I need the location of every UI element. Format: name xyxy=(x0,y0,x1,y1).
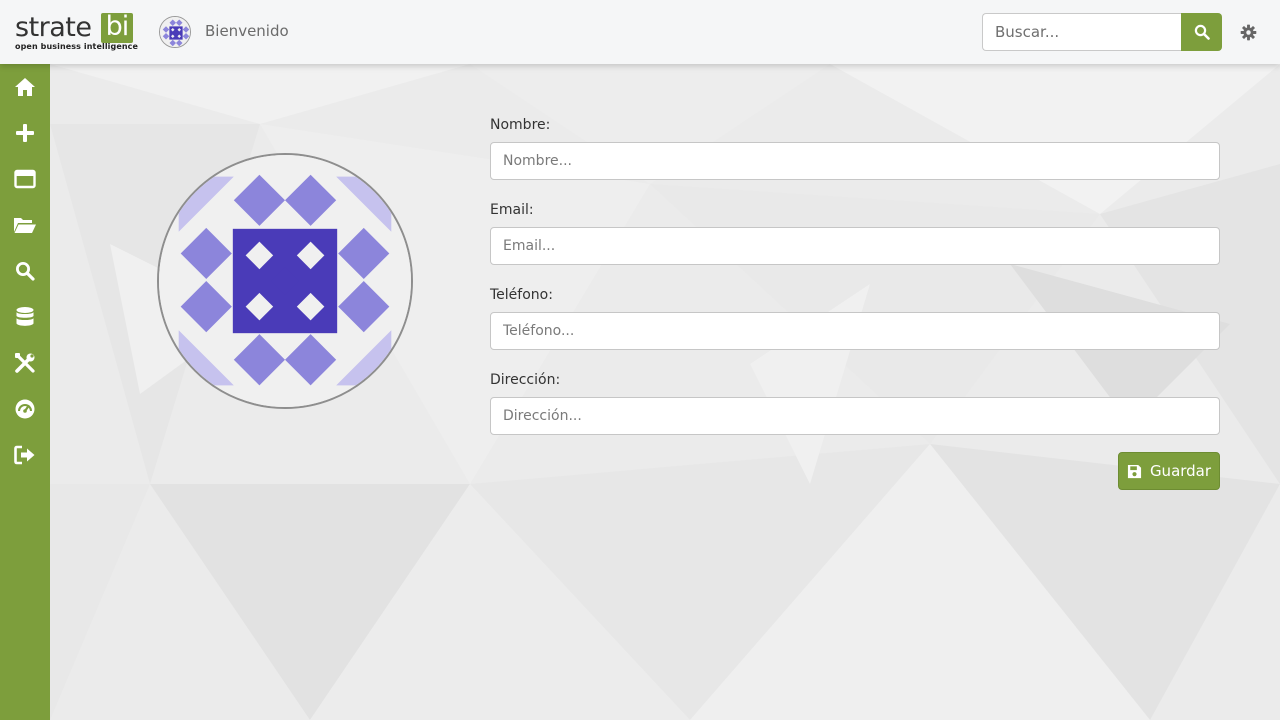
dashboard-gauge-icon xyxy=(15,399,35,419)
search-input[interactable] xyxy=(982,13,1181,51)
sidebar-item-dashboard[interactable] xyxy=(0,389,50,429)
tools-icon xyxy=(15,353,35,373)
sidebar-item-new[interactable] xyxy=(0,113,50,153)
logo-bi-box: bi xyxy=(101,13,133,43)
floppy-disk-icon xyxy=(1127,464,1141,478)
address-group: Dirección: xyxy=(490,370,1220,435)
home-icon xyxy=(15,78,35,96)
email-group: Email: xyxy=(490,200,1220,265)
welcome-text: Bienvenido xyxy=(205,22,289,40)
address-label: Dirección: xyxy=(490,372,561,388)
logo-tagline: open business intelligence xyxy=(15,42,139,51)
settings-button[interactable] xyxy=(1238,22,1258,42)
identicon-icon xyxy=(159,155,411,407)
plus-icon xyxy=(16,124,34,142)
sidebar-item-search[interactable] xyxy=(0,251,50,291)
sidebar xyxy=(0,64,50,720)
sidebar-item-browse[interactable] xyxy=(0,205,50,245)
email-label: Email: xyxy=(490,202,534,218)
sidebar-item-window[interactable] xyxy=(0,159,50,199)
phone-label: Teléfono: xyxy=(490,287,553,303)
stratebi-logo[interactable]: strate bi open business intelligence xyxy=(15,12,139,52)
phone-group: Teléfono: xyxy=(490,285,1220,350)
name-group: Nombre: xyxy=(490,115,1220,180)
name-label: Nombre: xyxy=(490,117,551,133)
sidebar-item-tools[interactable] xyxy=(0,343,50,383)
database-icon xyxy=(16,307,34,326)
search-button[interactable] xyxy=(1181,13,1222,51)
user-avatar[interactable] xyxy=(159,16,191,48)
top-bar: strate bi open business intelligence Bie… xyxy=(0,0,1280,64)
phone-field[interactable] xyxy=(490,312,1220,350)
sidebar-item-home[interactable] xyxy=(0,67,50,107)
window-icon xyxy=(14,169,36,189)
search-icon xyxy=(16,262,35,281)
logo-wordmark: strate xyxy=(15,12,92,43)
name-field[interactable] xyxy=(490,142,1220,180)
folder-open-icon xyxy=(14,218,36,233)
profile-avatar[interactable] xyxy=(157,153,413,409)
sidebar-item-datasources[interactable] xyxy=(0,297,50,337)
save-button[interactable]: Guardar xyxy=(1118,452,1220,490)
sidebar-item-logout[interactable] xyxy=(0,435,50,475)
sign-out-icon xyxy=(14,445,35,465)
gear-icon xyxy=(1240,24,1256,40)
identicon-icon xyxy=(160,17,190,47)
email-field[interactable] xyxy=(490,227,1220,265)
main-content: Nombre: Email: Teléfono: Dirección: Guar… xyxy=(50,64,1280,720)
save-button-label: Guardar xyxy=(1149,462,1212,480)
search-icon xyxy=(1194,24,1210,40)
address-field[interactable] xyxy=(490,397,1220,435)
